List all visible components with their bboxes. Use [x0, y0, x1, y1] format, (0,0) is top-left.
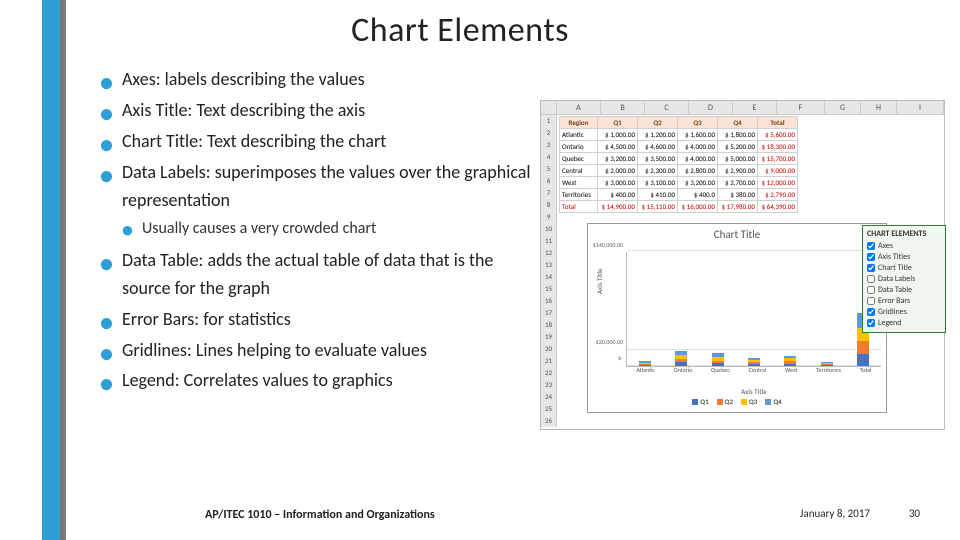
col-header: C — [645, 101, 689, 114]
table-row: Atlantic$ 1,000.00$ 1,200.00$ 1,600.00$ … — [560, 129, 798, 141]
checkbox[interactable] — [867, 264, 875, 272]
bullet-list: Axes: labels describing the values Axis … — [90, 66, 540, 395]
col-header: D — [689, 101, 733, 114]
chart-element-option[interactable]: Data Labels — [867, 274, 941, 284]
chart-element-option[interactable]: Gridlines — [867, 307, 941, 317]
table-header: Q1 — [598, 117, 638, 129]
legend-item: Q4 — [773, 397, 781, 406]
slide-content: Chart Elements Axes: labels describing t… — [90, 10, 540, 398]
table-header: Q4 — [718, 117, 758, 129]
y-axis-label: Axis Title — [595, 269, 604, 294]
col-header: A — [557, 101, 601, 114]
table-row: Ontario$ 4,500.00$ 4,600.00$ 4,000.00$ 5… — [560, 141, 798, 153]
chart-element-option[interactable]: Data Table — [867, 285, 941, 295]
bullet-item: Error Bars: for statistics — [100, 306, 540, 334]
checkbox[interactable] — [867, 308, 875, 316]
bullet-item: Axes: labels describing the values — [100, 66, 540, 94]
checkbox[interactable] — [867, 242, 875, 250]
panel-title: CHART ELEMENTS — [867, 229, 941, 239]
checkbox[interactable] — [867, 297, 875, 305]
chart-element-option[interactable]: Axes — [867, 241, 941, 251]
col-header: F — [777, 101, 825, 114]
checkbox[interactable] — [867, 275, 875, 283]
sub-bullet-list: Usually causes a very crowded chart — [100, 218, 540, 240]
bullet-item: Data Labels: superimposes the values ove… — [100, 159, 540, 215]
bullet-item: Data Table: adds the actual table of dat… — [100, 247, 540, 303]
footer-course: AP/ITEC 1010 – Information and Organizat… — [205, 508, 435, 522]
table-row: Territories$ 400.00$ 410.00$ 400.0$ 380.… — [560, 189, 798, 201]
col-header: B — [601, 101, 645, 114]
table-row: Quebec$ 3,200.00$ 3,500.00$ 4,000.00$ 5,… — [560, 153, 798, 165]
legend-item: Q1 — [700, 397, 708, 406]
col-header: G — [825, 101, 861, 114]
table-header: Q3 — [678, 117, 718, 129]
chart-title: Chart Title — [588, 228, 886, 241]
checkbox[interactable] — [867, 286, 875, 294]
col-header: E — [733, 101, 777, 114]
chart-elements-panel: CHART ELEMENTS AxesAxis TitlesChart Titl… — [862, 225, 946, 333]
chart-legend: Q1 Q2 Q3 Q4 — [588, 397, 886, 406]
col-header: I — [897, 101, 944, 114]
sub-bullet-item: Usually causes a very crowded chart — [122, 218, 540, 240]
bullet-item: Chart Title: Text describing the chart — [100, 128, 540, 156]
footer-date: January 8, 2017 — [800, 507, 870, 520]
excel-sheet-area: Region Q1 Q2 Q3 Q4 Total Atlantic$ 1,000… — [557, 115, 944, 427]
slide-accent-bar — [42, 0, 60, 540]
legend-item: Q3 — [749, 397, 757, 406]
footer-page-number: 30 — [909, 507, 920, 520]
data-table: Region Q1 Q2 Q3 Q4 Total Atlantic$ 1,000… — [559, 116, 798, 213]
slide-accent-shadow — [60, 0, 66, 540]
chart-element-option[interactable]: Legend — [867, 318, 941, 328]
bullet-item: Axis Title: Text describing the axis — [100, 97, 540, 125]
table-header: Total — [758, 117, 798, 129]
col-header: H — [861, 101, 897, 114]
checkbox[interactable] — [867, 319, 875, 327]
chart-plot-area: Axis Title Axis Title $-$20,000.00$140,0… — [626, 252, 881, 367]
chart-element-option[interactable]: Error Bars — [867, 296, 941, 306]
table-row: Central$ 2,000.00$ 2,300.00$ 2,800.00$ 2… — [560, 165, 798, 177]
legend-item: Q2 — [725, 397, 733, 406]
checkbox[interactable] — [867, 253, 875, 261]
table-header: Q2 — [638, 117, 678, 129]
embedded-chart: Chart Title + ✎ ▾ Axis Title Axis Title … — [587, 223, 887, 413]
excel-column-headers: A B C D E F G H I — [541, 101, 944, 115]
chart-element-option[interactable]: Chart Title — [867, 263, 941, 273]
excel-row-numbers: 1234567891011121314151617181920212223242… — [541, 115, 557, 427]
excel-screenshot: A B C D E F G H I 1234567891011121314151… — [540, 100, 945, 430]
x-axis-label: Axis Title — [627, 387, 881, 396]
table-row: West$ 3,000.00$ 3,100.00$ 3,200.00$ 2,70… — [560, 177, 798, 189]
bullet-item: Legend: Correlates values to graphics — [100, 367, 540, 395]
table-header: Region — [560, 117, 598, 129]
bullet-item: Gridlines: Lines helping to evaluate val… — [100, 337, 540, 365]
slide-title: Chart Elements — [50, 10, 870, 51]
chart-element-option[interactable]: Axis Titles — [867, 252, 941, 262]
